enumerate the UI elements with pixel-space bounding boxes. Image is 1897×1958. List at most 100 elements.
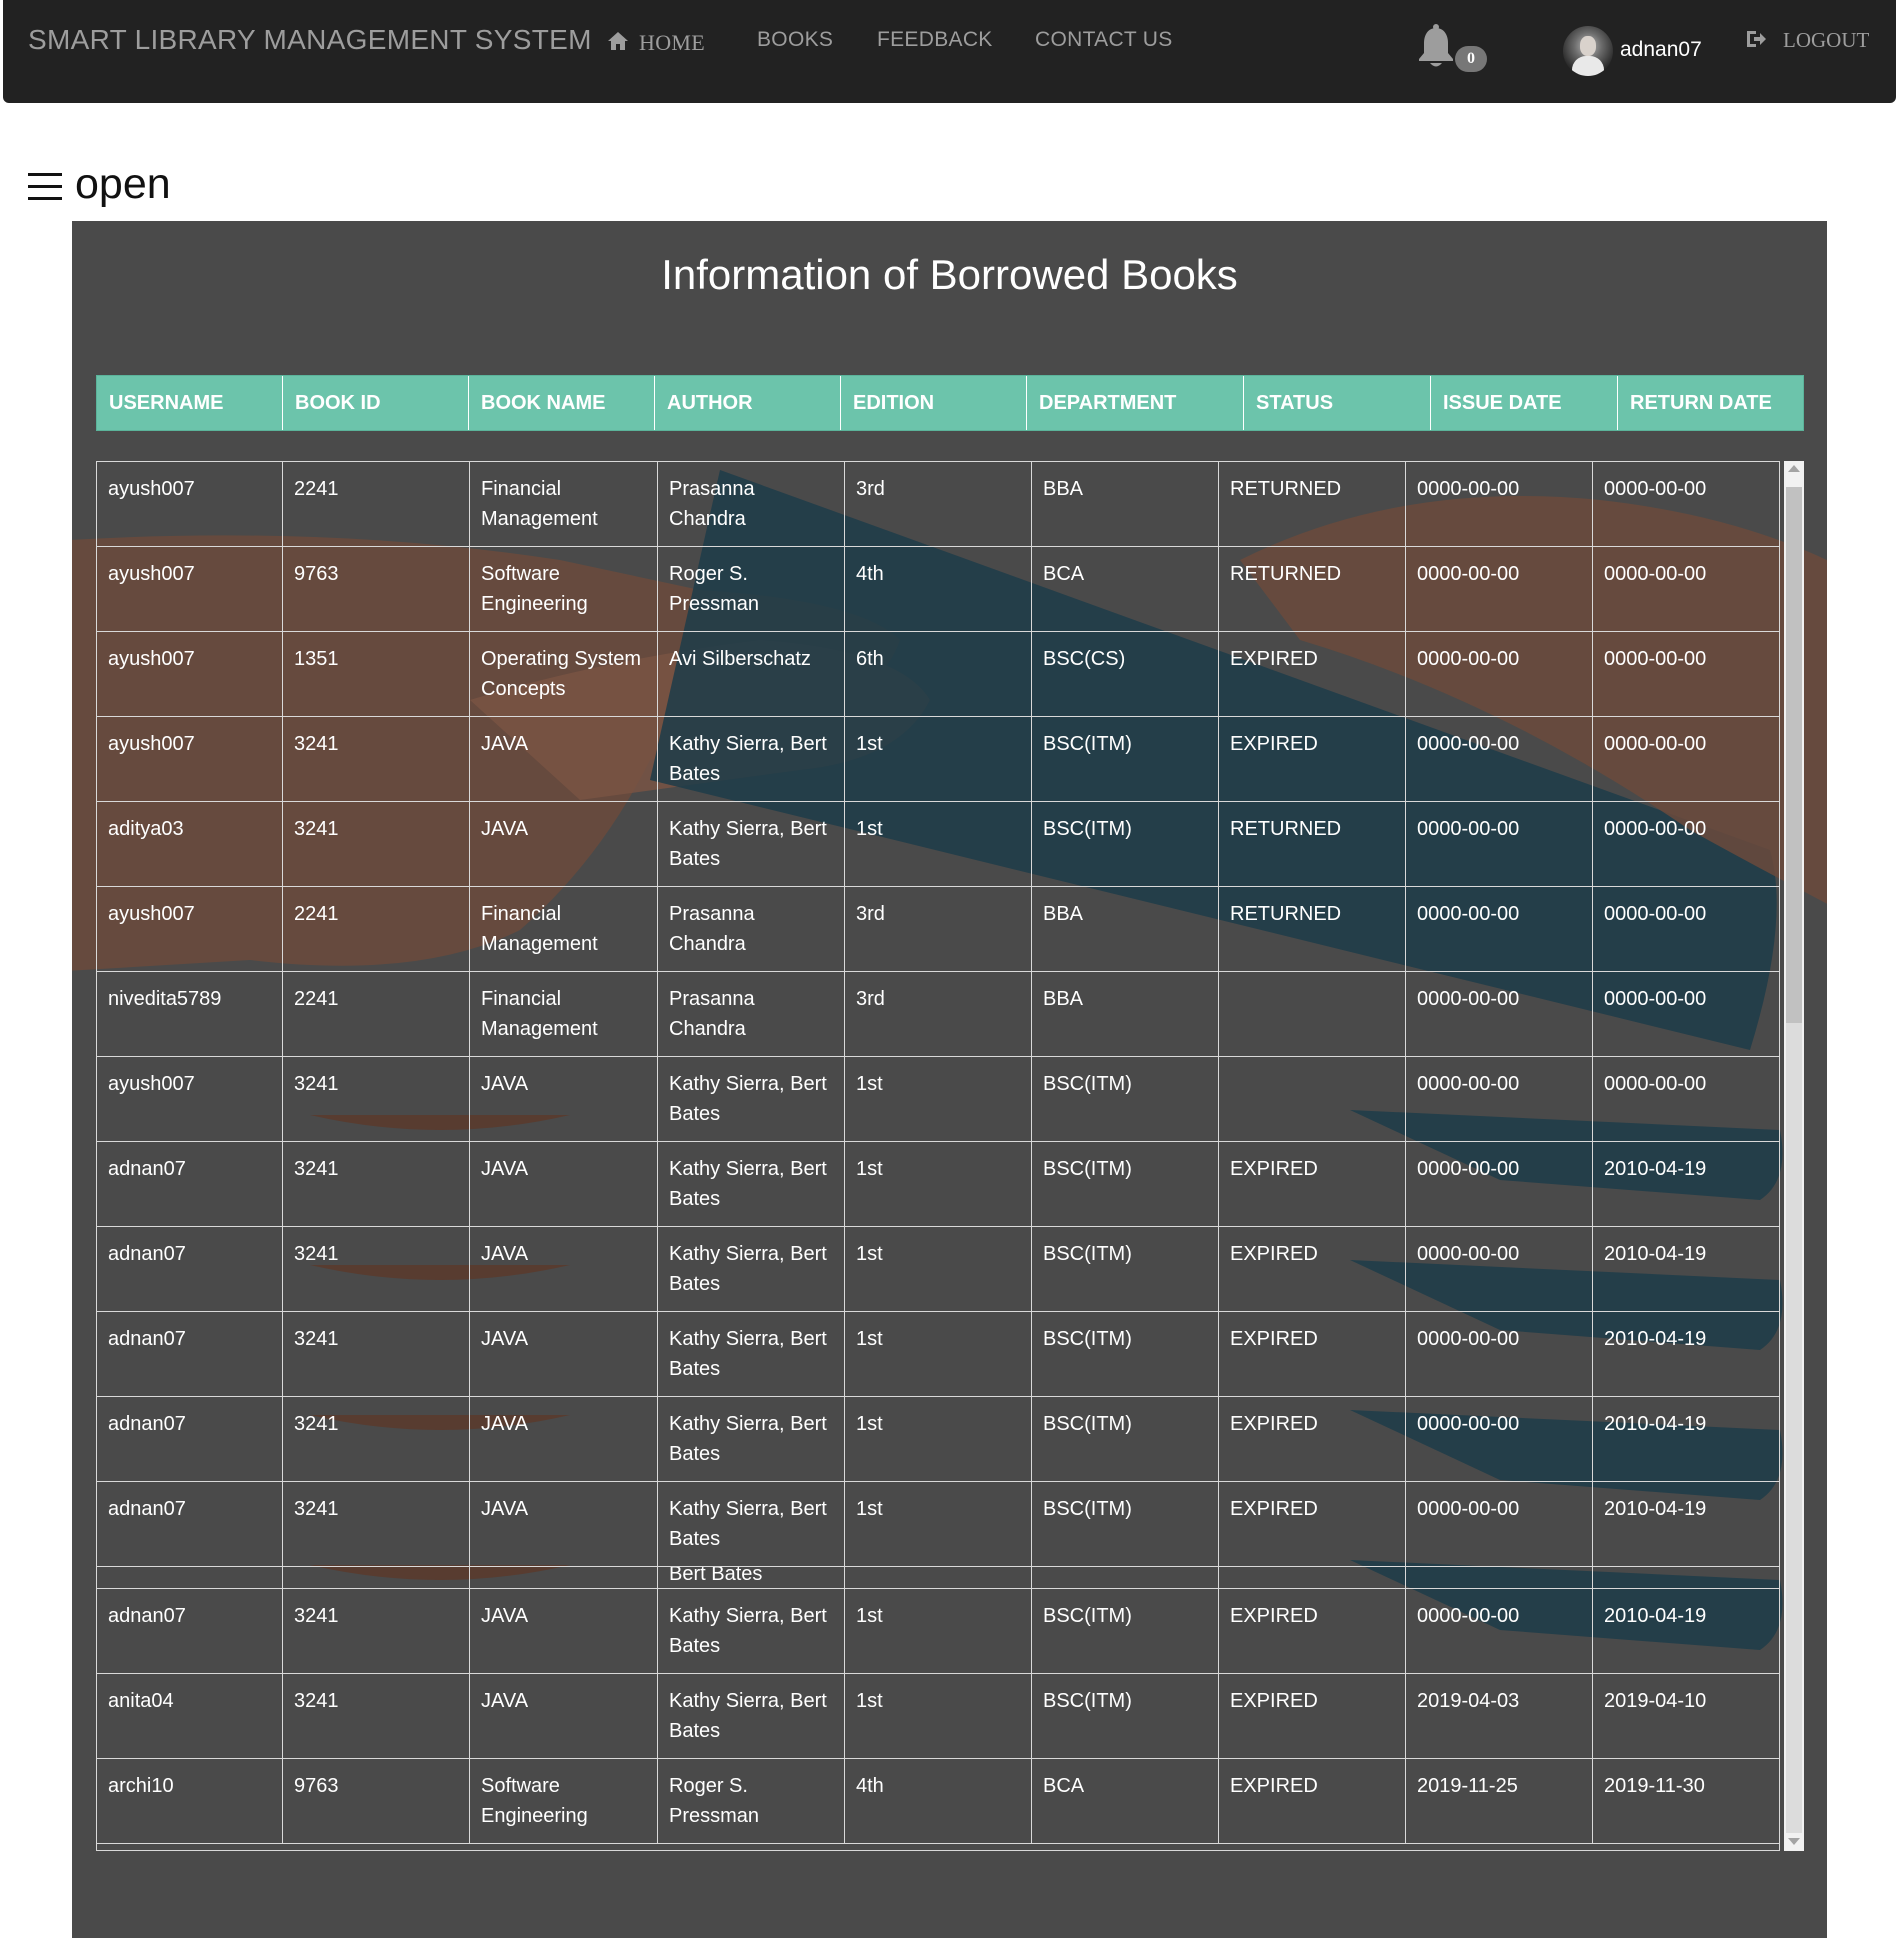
cell-department: BSC(ITM) bbox=[1032, 1057, 1219, 1141]
table-row: aditya03 3241 JAVA Kathy Sierra, Bert Bates… bbox=[97, 802, 1779, 887]
sidebar-open-toggle[interactable]: open bbox=[28, 160, 171, 209]
cell-book-name: JAVA bbox=[470, 717, 658, 801]
scroll-down-arrow-icon[interactable] bbox=[1788, 1838, 1800, 1845]
logout-link[interactable]: LOGOUT bbox=[1745, 28, 1869, 55]
cell-department: BSC(ITM) bbox=[1032, 802, 1219, 886]
cell-edition: 1st bbox=[845, 1142, 1032, 1226]
cell-author: Roger S. Pressman bbox=[658, 1759, 845, 1843]
cell-author: Kathy Sierra, Bert Bates bbox=[658, 1397, 845, 1481]
cell-department: BBA bbox=[1032, 887, 1219, 971]
cell-return-date: 2010-04-19 bbox=[1604, 1158, 1707, 1180]
cell-return-date: 0000-00-00 bbox=[1604, 563, 1707, 585]
cell-book-id: 9763 bbox=[283, 547, 470, 631]
cell-return-date: 2019-11-30 bbox=[1604, 1775, 1705, 1797]
cell-book-name: JAVA bbox=[470, 1589, 658, 1673]
cell-status: RETURNED bbox=[1219, 802, 1406, 886]
vertical-scrollbar[interactable] bbox=[1784, 461, 1804, 1851]
cell-author: Prasanna Chandra bbox=[658, 462, 845, 546]
cell-issue-date: 0000-00-00 bbox=[1406, 462, 1593, 546]
bell-icon[interactable] bbox=[1416, 24, 1456, 70]
table-row: adnan07 3241 JAVA Kathy Sierra, Bert Bates 1… bbox=[97, 1142, 1779, 1227]
nav-books-link[interactable]: BOOKS bbox=[757, 28, 833, 52]
cell-book-name: Software Engineering bbox=[470, 1759, 658, 1843]
sidebar-open-label: open bbox=[75, 160, 171, 208]
table-row: ayush007 2241 Financial Management Prasanna… bbox=[97, 887, 1779, 972]
table-row: archi10 9763 Software Engineering Roger S. … bbox=[97, 1759, 1779, 1844]
cell-author: Kathy Sierra, Bert Bates bbox=[658, 1674, 845, 1758]
cell-status: EXPIRED bbox=[1219, 1397, 1406, 1481]
cell-book-name: Financial Management bbox=[470, 972, 658, 1056]
cell-book-name: JAVA bbox=[470, 1057, 658, 1141]
cell-book-name: JAVA bbox=[470, 1227, 658, 1311]
cell-username: ayush007 bbox=[97, 887, 283, 971]
cell-author: Kathy Sierra, Bert Bates bbox=[658, 1312, 845, 1396]
cell-book-name: JAVA bbox=[470, 1482, 658, 1566]
cell-book-id: 3241 bbox=[283, 1142, 470, 1226]
cell-issue-date: 2019-11-25 bbox=[1406, 1759, 1593, 1843]
cell-return-date: 0000-00-00 bbox=[1604, 648, 1707, 670]
scrollbar-thumb[interactable] bbox=[1786, 487, 1802, 1023]
top-navbar: SMART LIBRARY MANAGEMENT SYSTEM HOME BOO… bbox=[3, 0, 1896, 103]
cell-issue-date: 2019-04-03 bbox=[1406, 1674, 1593, 1758]
scroll-up-arrow-icon[interactable] bbox=[1788, 465, 1800, 472]
cell-department: BCA bbox=[1032, 1759, 1219, 1843]
cell-book-name: Software Engineering bbox=[470, 547, 658, 631]
app-brand[interactable]: SMART LIBRARY MANAGEMENT SYSTEM bbox=[28, 24, 592, 56]
cell-department: BSC(ITM) bbox=[1032, 717, 1219, 801]
page-title: Information of Borrowed Books bbox=[661, 251, 1238, 298]
cell-author: Kathy Sierra, Bert Bates bbox=[658, 1142, 845, 1226]
cell-return-date bbox=[1593, 1567, 1779, 1589]
table-row: ayush007 2241 Financial Management Prasanna… bbox=[97, 462, 1779, 547]
cell-issue-date: 0000-00-00 bbox=[1406, 1142, 1593, 1226]
table-row: nivedita5789 2241 Financial Management Pras… bbox=[97, 972, 1779, 1057]
table-row: anita04 3241 JAVA Kathy Sierra, Bert Bates 1… bbox=[97, 1674, 1779, 1759]
cell-edition: 4th bbox=[845, 547, 1032, 631]
cell-department: BCA bbox=[1032, 547, 1219, 631]
cell-department bbox=[1032, 1567, 1219, 1589]
cell-book-id bbox=[283, 1567, 470, 1589]
current-username[interactable]: adnan07 bbox=[1620, 38, 1702, 62]
nav-feedback-link[interactable]: FEEDBACK bbox=[877, 28, 993, 52]
cell-edition: 3rd bbox=[845, 887, 1032, 971]
table-row: adnan07 3241 JAVA Kathy Sierra, Bert Bates 1… bbox=[97, 1589, 1779, 1674]
cell-issue-date: 0000-00-00 bbox=[1406, 972, 1593, 1056]
table-scroll-area[interactable]: ayush007 2241 Financial Management Prasanna… bbox=[96, 461, 1804, 1851]
cell-book-name: Financial Management bbox=[470, 462, 658, 546]
cell-department: BBA bbox=[1032, 462, 1219, 546]
cell-return-date: 0000-00-00 bbox=[1604, 478, 1707, 500]
table-row: Bert Bates bbox=[97, 1567, 1779, 1589]
table-row: adnan07 3241 JAVA Kathy Sierra, Bert Bates 1… bbox=[97, 1227, 1779, 1312]
cell-issue-date: 0000-00-00 bbox=[1406, 1589, 1593, 1673]
cell-status: EXPIRED bbox=[1219, 717, 1406, 801]
cell-department: BSC(ITM) bbox=[1032, 1589, 1219, 1673]
nav-home-link[interactable]: HOME bbox=[607, 30, 705, 57]
cell-edition: 1st bbox=[845, 1674, 1032, 1758]
cell-edition: 3rd bbox=[845, 462, 1032, 546]
table-row: ayush007 1351 Operating System Concepts Avi… bbox=[97, 632, 1779, 717]
cell-issue-date: 0000-00-00 bbox=[1406, 1312, 1593, 1396]
cell-author: Kathy Sierra, Bert Bates bbox=[658, 1057, 845, 1141]
table-row: ayush007 9763 Software Engineering Roger S.… bbox=[97, 547, 1779, 632]
cell-status: EXPIRED bbox=[1219, 1589, 1406, 1673]
nav-contact-link[interactable]: CONTACT US bbox=[1035, 28, 1173, 52]
cell-issue-date: 0000-00-00 bbox=[1406, 547, 1593, 631]
cell-return-date: 0000-00-00 bbox=[1604, 818, 1707, 840]
scrollbar-track[interactable] bbox=[1786, 1023, 1802, 1833]
cell-return-date: 0000-00-00 bbox=[1604, 1073, 1707, 1095]
column-header-status: STATUS bbox=[1244, 376, 1431, 430]
cell-status: RETURNED bbox=[1219, 547, 1406, 631]
cell-return-date: 0000-00-00 bbox=[1604, 903, 1707, 925]
user-avatar[interactable] bbox=[1563, 26, 1613, 76]
cell-book-id: 3241 bbox=[283, 1057, 470, 1141]
cell-book-name: JAVA bbox=[470, 802, 658, 886]
cell-book-name: Operating System Concepts bbox=[470, 632, 658, 716]
cell-issue-date: 0000-00-00 bbox=[1406, 887, 1593, 971]
cell-status bbox=[1219, 972, 1406, 1056]
home-icon bbox=[607, 31, 629, 57]
notification-count-badge: 0 bbox=[1455, 46, 1487, 72]
cell-username: adnan07 bbox=[97, 1397, 283, 1481]
table-row: adnan07 3241 JAVA Kathy Sierra, Bert Bates 1… bbox=[97, 1312, 1779, 1397]
cell-username: adnan07 bbox=[97, 1227, 283, 1311]
cell-status: RETURNED bbox=[1219, 887, 1406, 971]
column-header-department: DEPARTMENT bbox=[1027, 376, 1244, 430]
